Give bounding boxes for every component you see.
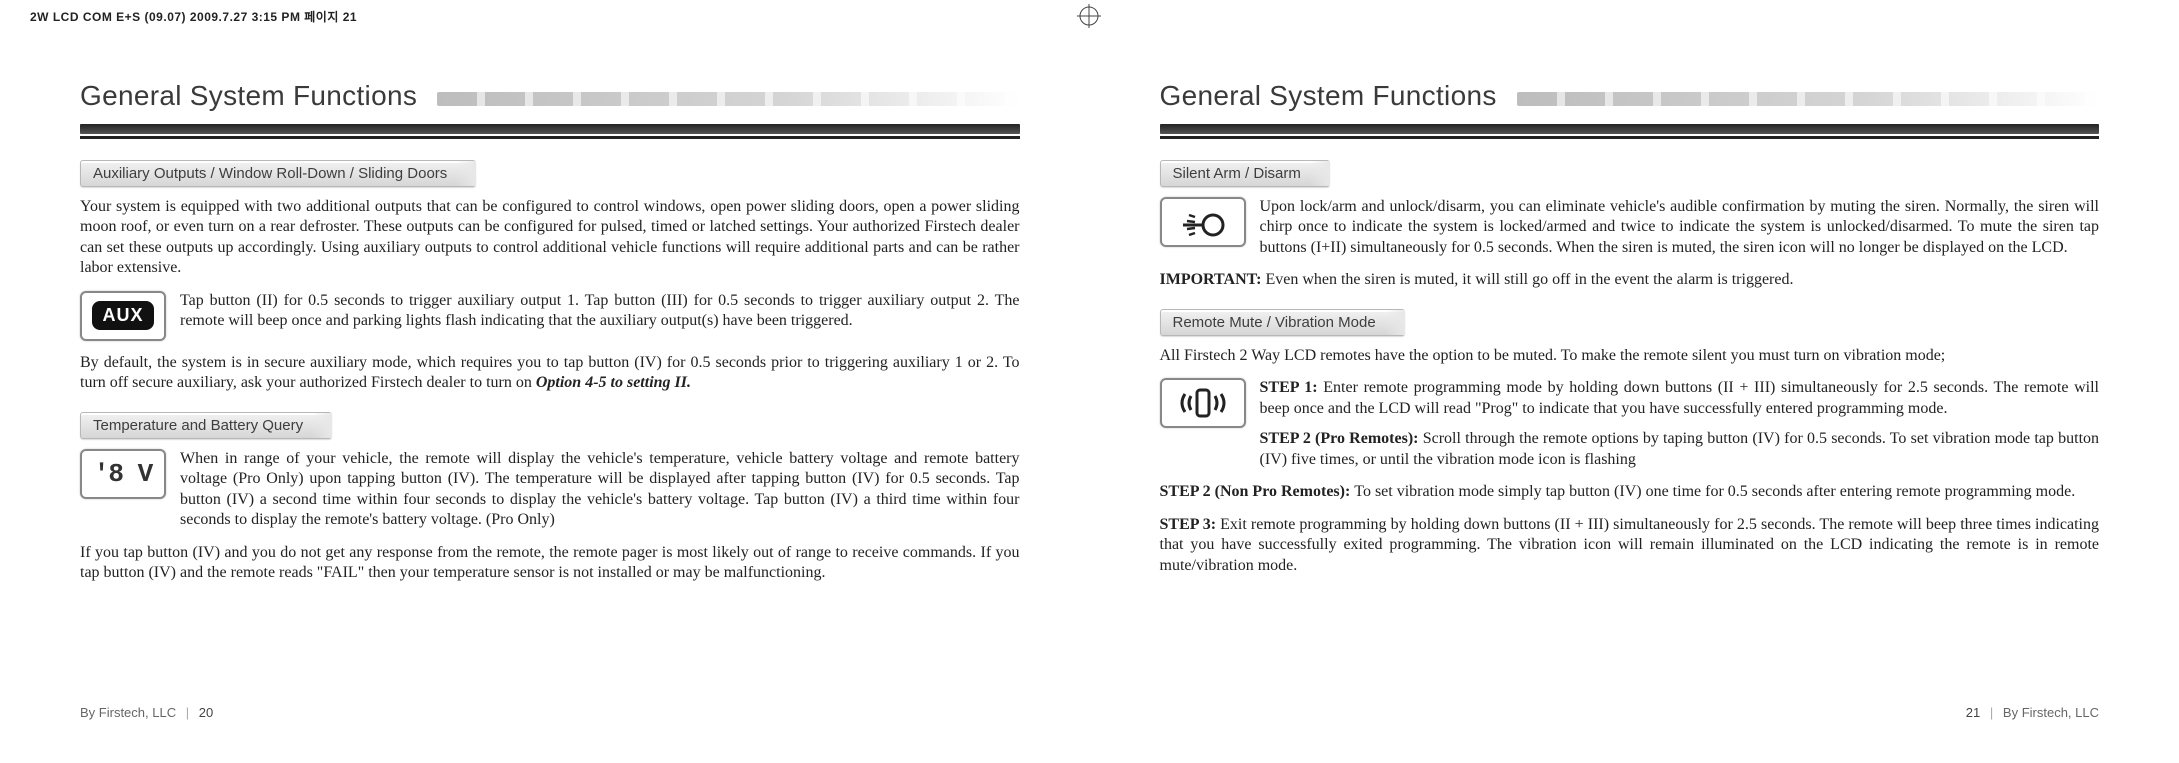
text: Exit remote programming by holding down … — [1160, 516, 2100, 574]
body-paragraph: When in range of your vehicle, the remot… — [180, 449, 1020, 531]
page-footer-right: 21 | By Firstech, LLC — [1966, 705, 2099, 720]
footer-separator: | — [186, 705, 189, 720]
page-left: General System Functions Auxiliary Outpu… — [0, 60, 1090, 720]
page-right: General System Functions Silent Arm / Di… — [1090, 60, 2179, 720]
text: To set vibration mode simply tap button … — [1354, 483, 2075, 500]
footer-separator: | — [1990, 705, 1993, 720]
page-number: 20 — [199, 705, 213, 720]
siren-icon — [1160, 197, 1246, 247]
title-decoration — [1517, 92, 2099, 106]
step-1: STEP 1: Enter remote programming mode by… — [1260, 378, 2100, 419]
important-lead: IMPORTANT: — [1160, 271, 1266, 288]
aux-icon: AUX — [80, 291, 166, 341]
body-paragraph: Upon lock/arm and unlock/disarm, you can… — [1260, 197, 2100, 258]
horizontal-rule — [1160, 124, 2100, 134]
body-paragraph: All Firstech 2 Way LCD remotes have the … — [1160, 346, 2100, 366]
step-lead: STEP 3: — [1160, 516, 1221, 533]
step-2-pro: STEP 2 (Pro Remotes): Scroll through the… — [1260, 429, 2100, 470]
body-paragraph: Your system is equipped with two additio… — [80, 197, 1020, 279]
page-number: 21 — [1966, 705, 1980, 720]
crop-register-mark-icon — [1077, 4, 1101, 28]
important-note: IMPORTANT: Even when the siren is muted,… — [1160, 270, 2100, 290]
body-paragraph: If you tap button (IV) and you do not ge… — [80, 543, 1020, 584]
step-lead: STEP 2 (Non Pro Remotes): — [1160, 483, 1355, 500]
page-title: General System Functions — [1160, 80, 1497, 112]
option-ref: Option 4-5 to setting II. — [536, 374, 691, 391]
doc-file-header: 2W LCD COM E+S (09.07) 2009.7.27 3:15 PM… — [30, 8, 357, 25]
footer-brand: By Firstech, LLC — [2003, 705, 2099, 720]
step-2-non-pro: STEP 2 (Non Pro Remotes): To set vibrati… — [1160, 482, 2100, 502]
section-tab-mute: Remote Mute / Vibration Mode — [1160, 309, 1405, 336]
body-paragraph: By default, the system is in secure auxi… — [80, 353, 1020, 394]
title-decoration — [437, 92, 1019, 106]
horizontal-rule — [80, 124, 1020, 134]
page-footer-left: By Firstech, LLC | 20 — [80, 705, 213, 720]
footer-brand: By Firstech, LLC — [80, 705, 176, 720]
vibration-icon — [1160, 378, 1246, 428]
page-title: General System Functions — [80, 80, 417, 112]
section-tab-temp: Temperature and Battery Query — [80, 412, 332, 439]
section-tab-aux: Auxiliary Outputs / Window Roll-Down / S… — [80, 160, 476, 187]
body-paragraph: Tap button (II) for 0.5 seconds to trigg… — [180, 291, 1020, 341]
step-lead: STEP 2 (Pro Remotes): — [1260, 430, 1423, 447]
step-lead: STEP 1: — [1260, 379, 1324, 396]
digital-readout: '8 V — [94, 459, 152, 489]
voltage-display-icon: '8 V — [80, 449, 166, 499]
step-3: STEP 3: Exit remote programming by holdi… — [1160, 515, 2100, 576]
text: Even when the siren is muted, it will st… — [1265, 271, 1793, 288]
section-tab-silent: Silent Arm / Disarm — [1160, 160, 1330, 187]
aux-badge-label: AUX — [92, 301, 153, 330]
text: Enter remote programming mode by holding… — [1260, 379, 2100, 416]
